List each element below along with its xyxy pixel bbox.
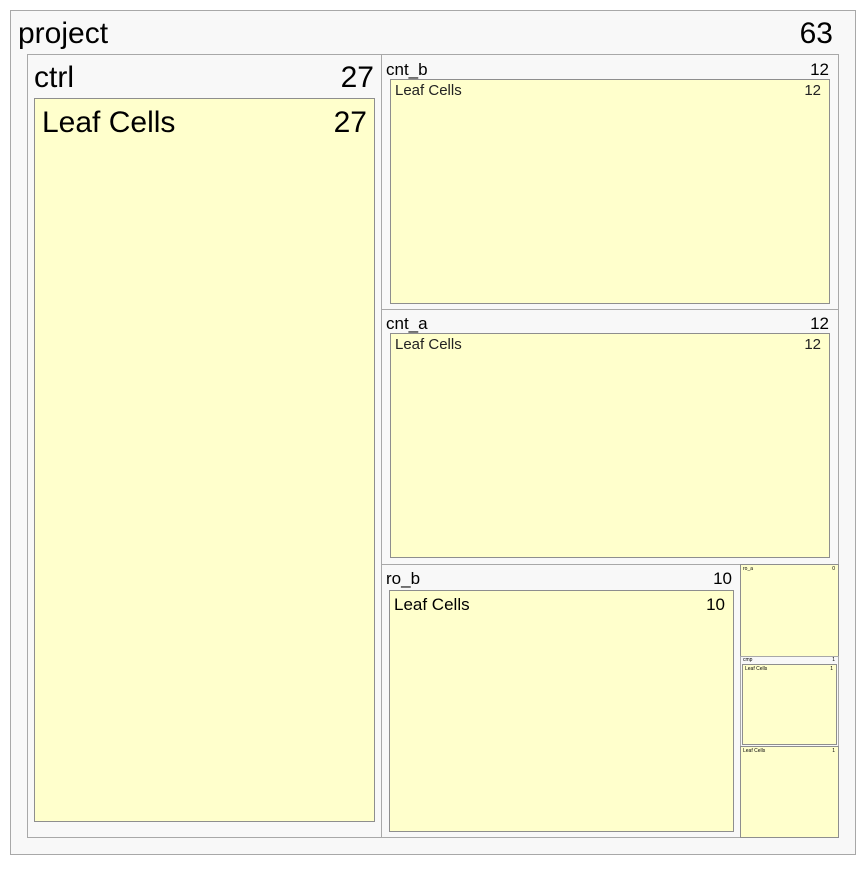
leaf-value: 10	[706, 595, 725, 614]
leaf-value: 1	[830, 666, 833, 672]
treemap-leaf-loose[interactable]: Leaf Cells 1	[740, 746, 839, 838]
leaf-value: 12	[804, 336, 821, 353]
node-value: 27	[340, 61, 374, 94]
node-label: ctrl	[34, 61, 74, 94]
leaf-label: Leaf Cells	[395, 336, 462, 353]
leaf-label: Leaf Cells	[395, 82, 462, 99]
node-label: cmp	[743, 657, 753, 663]
leaf-label: Leaf Cells	[745, 666, 768, 672]
node-label: cnt_b	[386, 60, 428, 79]
treemap-node-ro-a[interactable]: ro_a 0	[740, 564, 839, 657]
leaf-label: Leaf Cells	[743, 748, 766, 754]
node-label: ro_a	[743, 566, 754, 572]
leaf-label: Leaf Cells	[42, 106, 176, 139]
treemap-leaf-cnt-a[interactable]: Leaf Cells 12	[390, 333, 830, 558]
node-label: cnt_a	[386, 314, 428, 333]
leaf-value: 1	[832, 748, 835, 754]
node-value: 63	[799, 17, 833, 50]
node-value: 0	[832, 566, 835, 572]
leaf-label: Leaf Cells	[394, 595, 470, 614]
node-value: 12	[810, 314, 829, 333]
treemap-leaf-ctrl[interactable]: Leaf Cells 27	[34, 98, 375, 822]
leaf-value: 27	[333, 106, 367, 139]
treemap-leaf-cmp[interactable]: Leaf Cells 1	[742, 664, 837, 745]
node-value: 10	[713, 569, 732, 588]
node-label: project	[18, 17, 109, 50]
treemap-leaf-cnt-b[interactable]: Leaf Cells 12	[390, 79, 830, 304]
leaf-value: 12	[804, 82, 821, 99]
node-value: 12	[810, 60, 829, 79]
node-label: ro_b	[386, 569, 421, 588]
treemap-leaf-ro-b[interactable]: Leaf Cells 10	[389, 590, 734, 832]
node-value: 1	[832, 657, 835, 663]
